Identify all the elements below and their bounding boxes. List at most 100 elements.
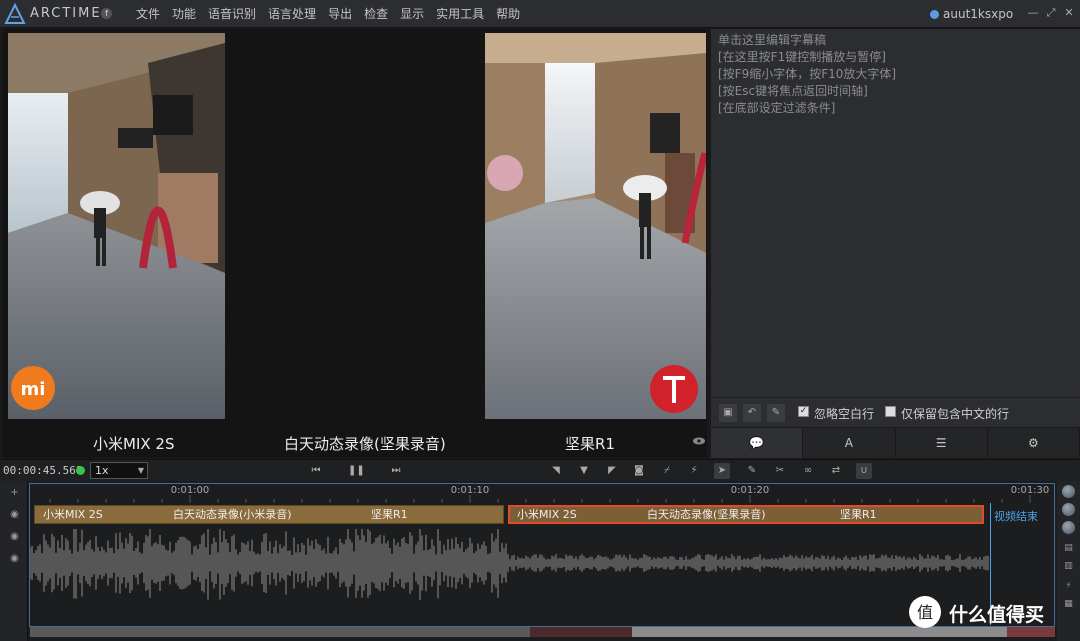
keep-chinese-label: 仅保留包含中文的行 <box>901 407 1010 421</box>
menu-item[interactable]: 检查 <box>358 0 394 28</box>
segment-text: 白天动态录像(坚果录音) <box>647 508 766 521</box>
menu-item[interactable]: 帮助 <box>490 0 526 28</box>
svg-text:mi: mi <box>21 379 46 400</box>
segment-text: 坚果R1 <box>371 508 408 521</box>
menu-item[interactable]: 导出 <box>322 0 358 28</box>
mark-down-icon[interactable]: ▼ <box>576 463 592 479</box>
subtitle-line: [在这里按F1键控制播放与暂停] <box>718 50 886 64</box>
caption-center: 白天动态录像(坚果录音) <box>284 435 446 453</box>
undo-icon[interactable]: ↶ <box>743 404 761 422</box>
ignore-blank-label: 忽略空白行 <box>814 407 875 421</box>
subtitle-editor[interactable]: 单击这里编辑字幕稿 [在这里按F1键控制播放与暂停] [按F9缩小字体，按F10… <box>711 29 1080 397</box>
chart-icon[interactable]: ▤ <box>1063 543 1074 554</box>
user-account[interactable]: auut1ksxpo <box>930 0 1013 28</box>
camera-icon[interactable]: ◙ <box>631 463 647 479</box>
wand-icon[interactable]: ⌿ <box>659 463 675 479</box>
menu-item[interactable]: 显示 <box>394 0 430 28</box>
track-eye-icon[interactable]: ◉ <box>9 554 20 564</box>
edit-icon[interactable]: ✎ <box>767 404 785 422</box>
maximize-icon[interactable]: ⤢ <box>1045 7 1057 19</box>
scroll-region <box>530 627 632 637</box>
magic-icon[interactable]: ⚡ <box>686 463 702 479</box>
bars-icon[interactable]: ▥ <box>1063 561 1074 572</box>
swap-icon[interactable]: ⇄ <box>828 463 844 479</box>
timecode: 00:00:45.568 <box>3 464 83 477</box>
comment-icon[interactable]: 💬 <box>711 428 804 458</box>
transport-bar: 00:00:45.568 1x ▼ ⏮ ❚❚ ⏭ ◥ ▼ ◤ ◙ ⌿ ⚡ ➤ ✎ … <box>0 459 1080 481</box>
bolt-icon[interactable]: ⚡ <box>1063 581 1074 592</box>
list-icon[interactable]: ☰ <box>896 428 988 458</box>
scroll-thumb[interactable] <box>30 627 530 637</box>
keep-chinese-checkbox[interactable] <box>885 406 896 417</box>
segment-text: 小米MIX 2S <box>517 508 577 521</box>
pause-icon[interactable]: ❚❚ <box>348 463 365 479</box>
subtitle-line: 单击这里编辑字幕稿 <box>718 33 827 47</box>
status-dot <box>76 466 85 475</box>
link-icon[interactable]: ∞ <box>800 463 816 479</box>
scissors-icon[interactable]: ✂ <box>772 463 788 479</box>
audio-waveform[interactable] <box>30 529 990 621</box>
mark-left-icon[interactable]: ◥ <box>548 463 564 479</box>
watermark-logo-char: 值 <box>917 603 933 622</box>
font-icon[interactable]: A <box>803 428 896 458</box>
subtitle-segment[interactable]: 小米MIX 2S 白天动态录像(小米录音) 坚果R1 <box>34 505 504 524</box>
app-brand: ARCTIME <box>30 6 102 21</box>
watermark-logo: 值 <box>909 596 941 628</box>
chevron-down-icon: ▼ <box>137 466 144 475</box>
video-end-label: 视频结束 <box>994 510 1038 523</box>
prev-icon[interactable]: ⏮ <box>308 463 324 479</box>
subtitle-line: [按Esc键将焦点返回时间轴] <box>718 84 868 98</box>
menubar: ARCTIME f 文件 功能 语音识别 语言处理 导出 检查 显示 实用工具 帮助 auut1… <box>0 0 1080 28</box>
eye-icon[interactable] <box>693 437 705 445</box>
video-frame-left: mi <box>8 33 225 419</box>
ignore-blank-checkbox[interactable]: ✓ <box>798 406 809 417</box>
speed-value: 1x <box>95 464 109 477</box>
tick-label: 0:01:00 <box>170 485 210 496</box>
caption-strip: 小米MIX 2S 白天动态录像(坚果录音) 坚果R1 <box>3 427 707 458</box>
subtitle-segment-selected[interactable]: 小米MIX 2S 白天动态录像(坚果录音) 坚果R1 <box>508 505 984 524</box>
menu-item[interactable]: 语言处理 <box>262 0 322 28</box>
magnet-icon[interactable]: ∪ <box>856 463 872 479</box>
zoom-knob-icon[interactable] <box>1062 485 1075 498</box>
video-preview[interactable]: mi <box>3 29 707 427</box>
menu-item[interactable]: 语音识别 <box>202 0 262 28</box>
subtitle-tabs: 💬 A ☰ ⚙ <box>711 428 1080 458</box>
arctime-logo-icon <box>4 3 26 24</box>
watermark: 值 什么值得买 <box>905 594 1080 634</box>
pen-icon[interactable]: ✎ <box>744 463 760 479</box>
collapse-icon[interactable]: ▣ <box>719 404 737 422</box>
close-icon[interactable]: ✕ <box>1063 7 1075 19</box>
video-frame-right <box>485 33 706 419</box>
zoom-knob-icon[interactable] <box>1062 503 1075 516</box>
segment-text: 小米MIX 2S <box>43 508 103 521</box>
track-eye-icon[interactable]: ◉ <box>9 510 20 520</box>
tick-label: 0:01:20 <box>730 485 770 496</box>
watermark-text: 什么值得买 <box>949 604 1045 626</box>
track-eye-icon[interactable]: ◉ <box>9 532 20 542</box>
menu-item[interactable]: 实用工具 <box>430 0 490 28</box>
add-track-icon[interactable]: + <box>9 488 20 498</box>
time-ruler: 0:01:00 0:01:10 0:01:20 0:01:30 <box>30 483 1055 503</box>
settings-icon[interactable]: ⚙ <box>988 428 1080 458</box>
zoom-knob-icon[interactable] <box>1062 521 1075 534</box>
track-controls: + ◉ ◉ ◉ <box>0 481 28 641</box>
caption-right: 坚果R1 <box>565 435 615 453</box>
subtitle-toolbar: ▣ ↶ ✎ ✓ 忽略空白行 仅保留包含中文的行 <box>711 397 1080 427</box>
subtitle-line: [按F9缩小字体，按F10放大字体] <box>718 67 897 81</box>
minimize-icon[interactable]: — <box>1027 7 1039 19</box>
pointer-icon[interactable]: ➤ <box>714 463 730 479</box>
user-icon <box>930 10 939 19</box>
main-menu: 文件 功能 语音识别 语言处理 导出 检查 显示 实用工具 帮助 <box>130 0 526 28</box>
menu-item[interactable]: 文件 <box>130 0 166 28</box>
menu-item[interactable]: 功能 <box>166 0 202 28</box>
segment-text: 白天动态录像(小米录音) <box>173 508 292 521</box>
timeline-scrollbar[interactable] <box>30 627 1055 637</box>
segment-text: 坚果R1 <box>840 508 877 521</box>
mark-right-icon[interactable]: ◤ <box>604 463 620 479</box>
caption-left: 小米MIX 2S <box>93 435 175 453</box>
next-icon[interactable]: ⏭ <box>388 463 404 479</box>
tick-label: 0:01:30 <box>1010 485 1050 496</box>
subtitle-line: [在底部设定过滤条件] <box>718 101 836 115</box>
brand-badge: f <box>101 8 112 19</box>
speed-select[interactable]: 1x ▼ <box>90 462 148 479</box>
